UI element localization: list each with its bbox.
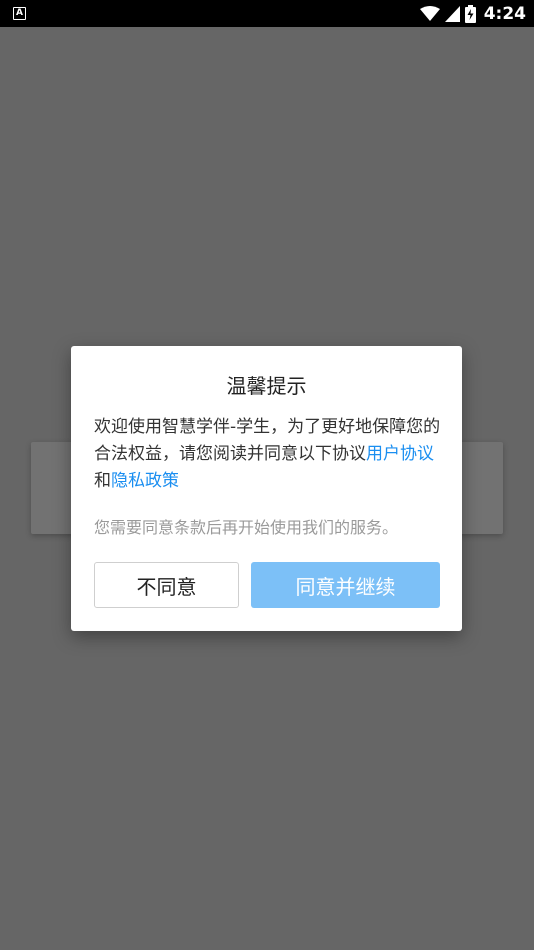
dialog-message: 欢迎使用智慧学伴-学生，为了更好地保障您的合法权益，请您阅读并同意以下协议用户协… — [94, 414, 444, 495]
user-agreement-link[interactable]: 用户协议 — [366, 444, 434, 464]
dialog-note: 您需要同意条款后再开始使用我们的服务。 — [94, 518, 399, 537]
battery-charging-icon — [464, 4, 476, 23]
agree-continue-button[interactable]: 同意并继续 — [251, 562, 440, 608]
disagree-button[interactable]: 不同意 — [94, 562, 239, 608]
dialog-title: 温馨提示 — [226, 374, 307, 398]
app-notification-icon: A — [13, 7, 26, 20]
wifi-icon — [419, 5, 440, 22]
status-bar-left: A — [13, 7, 26, 20]
cell-signal-icon — [444, 5, 460, 22]
screen: A 4:24 温馨提示 欢迎使用智慧学伴-学生，为了更好地保障您的合法权益，请您… — [0, 0, 534, 950]
status-time: 4:24 — [483, 3, 526, 24]
status-bar: A 4:24 — [0, 0, 534, 27]
dialog-message-and: 和 — [94, 471, 111, 491]
privacy-policy-link[interactable]: 隐私政策 — [111, 471, 179, 491]
privacy-dialog: 温馨提示 欢迎使用智慧学伴-学生，为了更好地保障您的合法权益，请您阅读并同意以下… — [71, 346, 462, 631]
status-bar-right: 4:24 — [419, 3, 526, 24]
